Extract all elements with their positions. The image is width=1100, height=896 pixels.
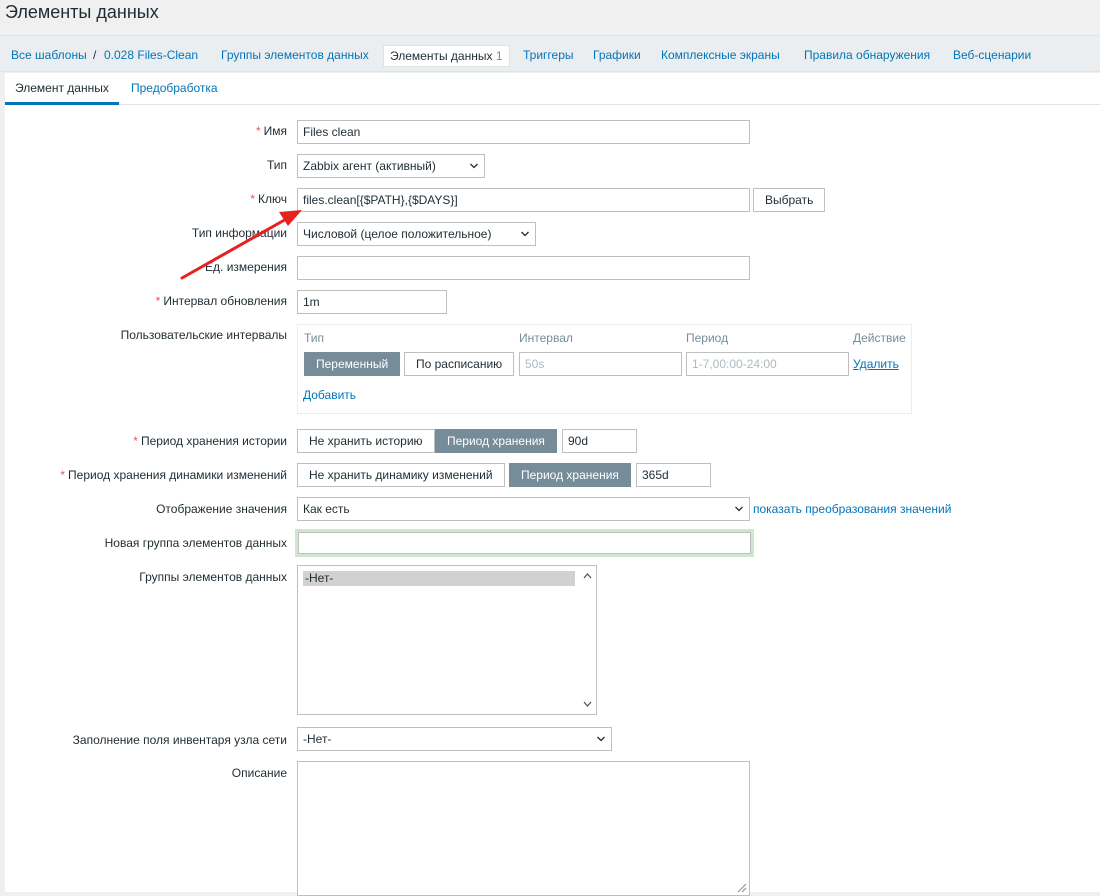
- trends-keep-toggle[interactable]: Период хранения: [509, 463, 631, 487]
- form-tabs: Элемент данных Предобработка: [5, 73, 1100, 105]
- new-group-input-focus-ring: [295, 529, 754, 557]
- add-interval-link[interactable]: Добавить: [303, 388, 356, 402]
- nav-items-label: Элементы данных: [390, 49, 493, 63]
- units-label: Ед. измерения: [205, 260, 287, 274]
- nav-triggers[interactable]: Триггеры: [523, 45, 574, 67]
- interval-label: * Интервал обновления: [155, 294, 287, 308]
- units-input[interactable]: [297, 256, 750, 280]
- groups-listbox[interactable]: -Нет-: [297, 565, 597, 715]
- header-action: Действие: [853, 331, 906, 345]
- custom-intervals-label: Пользовательские интервалы: [120, 328, 287, 342]
- chevron-down-icon: [470, 163, 478, 169]
- valuemap-label: Отображение значения: [156, 502, 287, 516]
- chevron-down-icon: [597, 736, 605, 742]
- chevron-down-icon: [521, 231, 529, 237]
- type-scheduling-toggle[interactable]: По расписанию: [404, 352, 515, 376]
- nav-graphs[interactable]: Графики: [593, 45, 641, 67]
- nav-items[interactable]: Элементы данных 1: [383, 45, 510, 67]
- flex-interval-input[interactable]: 50s: [519, 352, 682, 376]
- scroll-up-icon: [583, 573, 592, 579]
- nav-screens[interactable]: Комплексные экраны: [661, 45, 780, 67]
- history-keep-toggle[interactable]: Период хранения: [435, 429, 557, 453]
- resize-handle-icon[interactable]: [735, 881, 747, 893]
- nav-template-name[interactable]: 0.028 Files-Clean: [104, 45, 198, 67]
- chevron-down-icon: [735, 506, 743, 512]
- type-select-value: Zabbix агент (активный): [303, 159, 436, 173]
- inventory-label: Заполнение поля инвентаря узла сети: [72, 733, 287, 747]
- type-flexible-toggle[interactable]: Переменный: [304, 352, 401, 376]
- nav-web-scenarios[interactable]: Веб-сценарии: [953, 45, 1031, 67]
- info-type-label: Тип информации: [191, 226, 287, 240]
- page-title: Элементы данных: [5, 2, 159, 22]
- header-type: Тип: [304, 331, 325, 345]
- trends-label: * Период хранения динамики изменений: [60, 468, 287, 482]
- nav-items-count: 1: [495, 49, 503, 63]
- key-label: * Ключ: [250, 192, 287, 206]
- key-input[interactable]: files.clean[{$PATH},{$DAYS}]: [297, 188, 750, 212]
- flex-period-input[interactable]: 1-7,00:00-24:00: [686, 352, 849, 376]
- history-input[interactable]: 90d: [562, 429, 637, 453]
- scroll-down-icon: [583, 701, 592, 707]
- tab-item[interactable]: Элемент данных: [5, 73, 119, 105]
- key-select-button[interactable]: Выбрать: [753, 188, 826, 212]
- nav-discovery-rules[interactable]: Правила обнаружения: [804, 45, 930, 67]
- name-input[interactable]: Files clean: [297, 120, 750, 144]
- valuemap-select-value: Как есть: [303, 502, 350, 516]
- nav-item-groups[interactable]: Группы элементов данных: [221, 45, 369, 67]
- template-navigation: Все шаблоны / 0.028 Files-Clean Группы э…: [0, 35, 1100, 72]
- type-label: Тип: [266, 158, 287, 172]
- trends-input[interactable]: 365d: [636, 463, 711, 487]
- tab-preprocessing[interactable]: Предобработка: [131, 73, 218, 105]
- inventory-select[interactable]: -Нет-: [297, 727, 612, 751]
- valuemap-select[interactable]: Как есть: [297, 497, 750, 521]
- groups-label: Группы элементов данных: [139, 570, 287, 584]
- history-label: * Период хранения истории: [133, 434, 287, 448]
- trends-no-keep-toggle[interactable]: Не хранить динамику изменений: [297, 463, 505, 487]
- show-valuemaps-link[interactable]: показать преобразования значений: [753, 502, 951, 516]
- info-type-select-value: Числовой (целое положительное): [303, 227, 492, 241]
- item-form: * Имя Files clean Тип Zabbix агент (актив…: [5, 105, 1100, 896]
- new-group-input[interactable]: [298, 532, 751, 554]
- type-select[interactable]: Zabbix агент (активный): [297, 154, 485, 178]
- remove-interval-link[interactable]: Удалить: [853, 357, 899, 371]
- description-label: Описание: [231, 766, 287, 780]
- nav-all-templates[interactable]: Все шаблоны: [11, 45, 87, 67]
- header-period: Период: [686, 331, 729, 345]
- listbox-scrollbar[interactable]: [579, 566, 596, 714]
- nav-separator: /: [93, 48, 97, 62]
- new-group-label: Новая группа элементов данных: [104, 536, 287, 550]
- custom-intervals-table: Тип Интервал Период Действие Переменный …: [297, 324, 912, 414]
- groups-option[interactable]: -Нет-: [303, 571, 575, 586]
- interval-input[interactable]: 1m: [297, 290, 447, 314]
- header-interval: Интервал: [519, 331, 573, 345]
- history-no-keep-toggle[interactable]: Не хранить историю: [297, 429, 435, 453]
- name-label: * Имя: [255, 124, 287, 138]
- inventory-select-value: -Нет-: [303, 732, 332, 746]
- description-textarea[interactable]: [297, 761, 750, 896]
- info-type-select[interactable]: Числовой (целое положительное): [297, 222, 536, 246]
